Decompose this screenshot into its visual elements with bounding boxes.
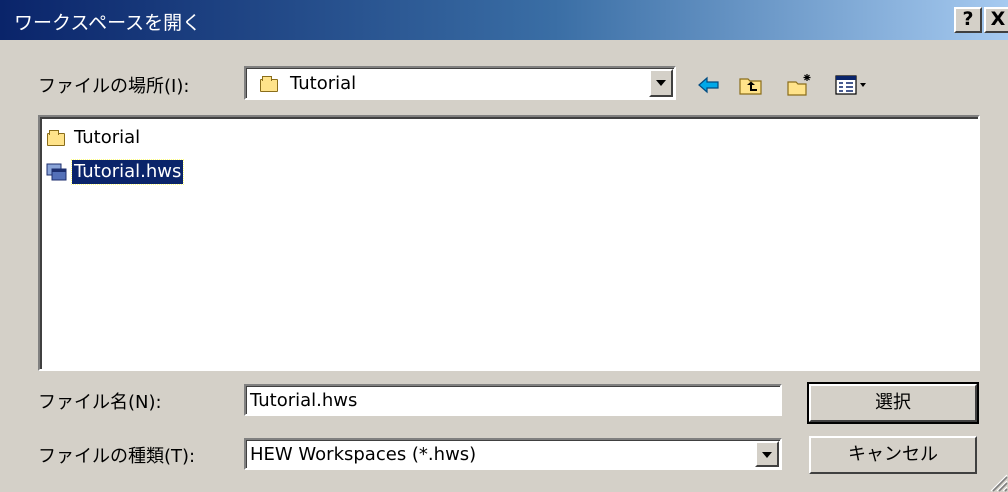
view-menu-icon[interactable] — [834, 72, 874, 98]
filename-label: ファイル名(N): — [38, 392, 162, 413]
folder-icon — [47, 130, 65, 146]
up-one-level-icon[interactable] — [738, 72, 764, 98]
workspace-file-icon — [46, 163, 67, 181]
filetype-label: ファイルの種類(T): — [38, 446, 196, 467]
resize-grip-icon[interactable] — [986, 470, 1008, 492]
location-combobox[interactable]: Tutorial — [244, 66, 676, 100]
file-listbox[interactable]: Tutorial Tutorial.hws — [38, 115, 980, 371]
location-dropdown-button[interactable] — [649, 69, 673, 97]
select-button[interactable]: 選択 — [807, 382, 979, 424]
location-value: Tutorial — [290, 73, 357, 94]
filename-field[interactable]: Tutorial.hws — [244, 384, 782, 416]
close-button[interactable]: X — [984, 7, 1008, 33]
window-title: ワークスペースを開く — [14, 12, 202, 34]
help-button[interactable]: ? — [954, 7, 982, 33]
new-folder-icon[interactable] — [786, 72, 812, 98]
list-item-label: Tutorial — [74, 127, 141, 148]
list-item-label-selected: Tutorial.hws — [70, 159, 185, 185]
filename-value: Tutorial.hws — [250, 390, 358, 411]
filetype-value: HEW Workspaces (*.hws) — [250, 444, 477, 465]
filetype-combobox[interactable]: HEW Workspaces (*.hws) — [244, 438, 782, 470]
title-bar[interactable]: ワークスペースを開く ? X — [0, 0, 1008, 40]
filetype-dropdown-button[interactable] — [755, 441, 779, 467]
location-label: ファイルの場所(I): — [38, 76, 190, 97]
open-workspace-dialog: ワークスペースを開く ? X ファイルの場所(I): Tutorial Tuto… — [0, 0, 1008, 492]
cancel-button[interactable]: キャンセル — [809, 436, 977, 474]
back-arrow-icon[interactable] — [696, 72, 722, 98]
file-listbox-frame — [40, 117, 978, 369]
folder-icon — [260, 76, 278, 92]
